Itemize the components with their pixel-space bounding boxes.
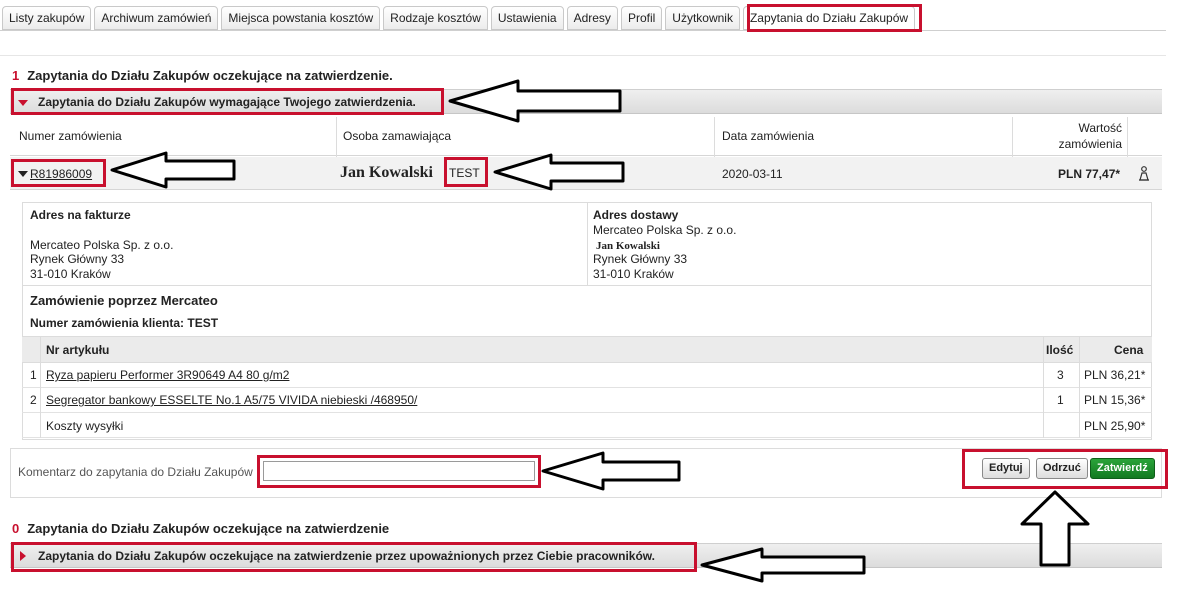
- tab-zapytania-do-dzialu-zakupow[interactable]: Zapytania do Działu Zakupów: [742, 6, 916, 30]
- shipping-company: Mercateo Polska Sp. z o.o.: [593, 223, 737, 237]
- item-price: PLN 36,21*: [1084, 368, 1146, 382]
- col-article: Nr artykułu: [46, 343, 110, 357]
- order-date: 2020-03-11: [722, 167, 783, 181]
- user-icon[interactable]: [1138, 166, 1150, 181]
- section1-title: 1 Zapytania do Działu Zakupów oczekujące …: [12, 68, 393, 83]
- tab-adresy[interactable]: Adresy: [566, 6, 618, 30]
- col-order-number: Numer zamówienia: [19, 129, 122, 143]
- requester-name: Jan Kowalski: [340, 164, 433, 181]
- client-order-number: Numer zamówienia klienta: TEST: [30, 316, 219, 330]
- approve-button[interactable]: Zatwierdź: [1090, 458, 1155, 479]
- shipping-person: Jan Kowalski: [596, 240, 660, 252]
- shipping-city: 31-010 Kraków: [593, 267, 674, 281]
- col-value-line1: Wartość: [1078, 121, 1122, 135]
- row-expand-icon[interactable]: [18, 171, 28, 177]
- comment-label: Komentarz do zapytania do Działu Zakupów: [18, 465, 253, 479]
- order-via-title: Zamówienie poprzez Mercateo: [30, 293, 218, 308]
- item-qty: 3: [1057, 368, 1064, 382]
- arrow-annotation-icon: [110, 151, 236, 189]
- item-name-link[interactable]: Ryza papieru Performer 3R90649 A4 80 g/m…: [46, 368, 289, 382]
- tab-uzytkownik[interactable]: Użytkownik: [665, 6, 740, 30]
- billing-address-label: Adres na fakturze: [30, 208, 131, 222]
- comment-input[interactable]: [263, 461, 535, 481]
- items-col-sep-3: [1079, 336, 1080, 438]
- section1-title-text: Zapytania do Działu Zakupów oczekujące n…: [27, 68, 393, 83]
- expand-right-icon[interactable]: [20, 551, 26, 561]
- col-value-line2: zamówienia: [1058, 137, 1122, 151]
- expand-down-icon[interactable]: [18, 100, 28, 106]
- billing-company: Mercateo Polska Sp. z o.o.: [30, 238, 174, 252]
- order-number-link[interactable]: R81986009: [30, 167, 92, 181]
- billing-city: 31-010 Kraków: [30, 267, 111, 281]
- section1-count: 1: [12, 68, 20, 83]
- tab-ustawienia[interactable]: Ustawienia: [490, 6, 564, 30]
- tab-bar: Listy zakupów Archiwum zamówień Miejsca …: [2, 6, 916, 32]
- reject-button[interactable]: Odrzuć: [1036, 458, 1088, 479]
- arrow-annotation-icon: [541, 451, 681, 491]
- toolbar-strip: [0, 31, 1166, 56]
- details-separator: [23, 285, 1151, 286]
- billing-street: Rynek Główny 33: [30, 252, 125, 266]
- order-value: PLN 77,47*: [1058, 167, 1121, 181]
- tab-miejsca-powstania-kosztow[interactable]: Miejsca powstania kosztów: [221, 6, 381, 30]
- arrow-annotation-icon: [700, 547, 866, 583]
- tab-rodzaje-kosztow[interactable]: Rodzaje kosztów: [383, 6, 488, 30]
- address-divider: [587, 203, 588, 285]
- edit-button[interactable]: Edytuj: [982, 458, 1030, 479]
- section2-count: 0: [12, 521, 20, 536]
- items-col-sep-1: [40, 336, 41, 438]
- shipping-cost-row: [22, 413, 1152, 438]
- arrow-annotation-icon: [1020, 490, 1090, 567]
- item-no: 1: [30, 368, 37, 382]
- tab-archiwum-zamowien[interactable]: Archiwum zamówień: [94, 6, 219, 30]
- section2-band-label[interactable]: Zapytania do Działu Zakupów oczekujące n…: [38, 549, 655, 563]
- col-price: Cena: [1114, 343, 1144, 357]
- section1-band-label[interactable]: Zapytania do Działu Zakupów wymagające T…: [38, 95, 416, 109]
- shipping-address-label: Adres dostawy: [593, 208, 679, 222]
- requester-tag: TEST: [449, 166, 480, 180]
- items-table-header: [22, 336, 1152, 363]
- section2-title-text: Zapytania do Działu Zakupów oczekujące n…: [27, 521, 390, 536]
- col-order-date: Data zamówienia: [722, 129, 815, 143]
- col-requester: Osoba zamawiająca: [343, 129, 452, 143]
- item-qty: 1: [1057, 393, 1064, 407]
- section2-title: 0 Zapytania do Działu Zakupów oczekujące …: [12, 521, 389, 536]
- tab-profil[interactable]: Profil: [620, 6, 663, 30]
- item-no: 2: [30, 393, 37, 407]
- items-col-sep-2: [1043, 336, 1044, 438]
- tab-listy-zakupow[interactable]: Listy zakupów: [2, 6, 92, 30]
- item-price: PLN 15,36*: [1084, 393, 1146, 407]
- arrow-annotation-icon: [493, 153, 625, 191]
- shipping-street: Rynek Główny 33: [593, 252, 688, 266]
- shipping-cost-value: PLN 25,90*: [1084, 419, 1146, 433]
- item-name-link[interactable]: Segregator bankowy ESSELTE No.1 A5/75 VI…: [46, 393, 417, 407]
- shipping-cost-label: Koszty wysyłki: [46, 419, 124, 433]
- arrow-annotation-icon: [448, 79, 622, 123]
- col-qty: Ilość: [1046, 343, 1074, 357]
